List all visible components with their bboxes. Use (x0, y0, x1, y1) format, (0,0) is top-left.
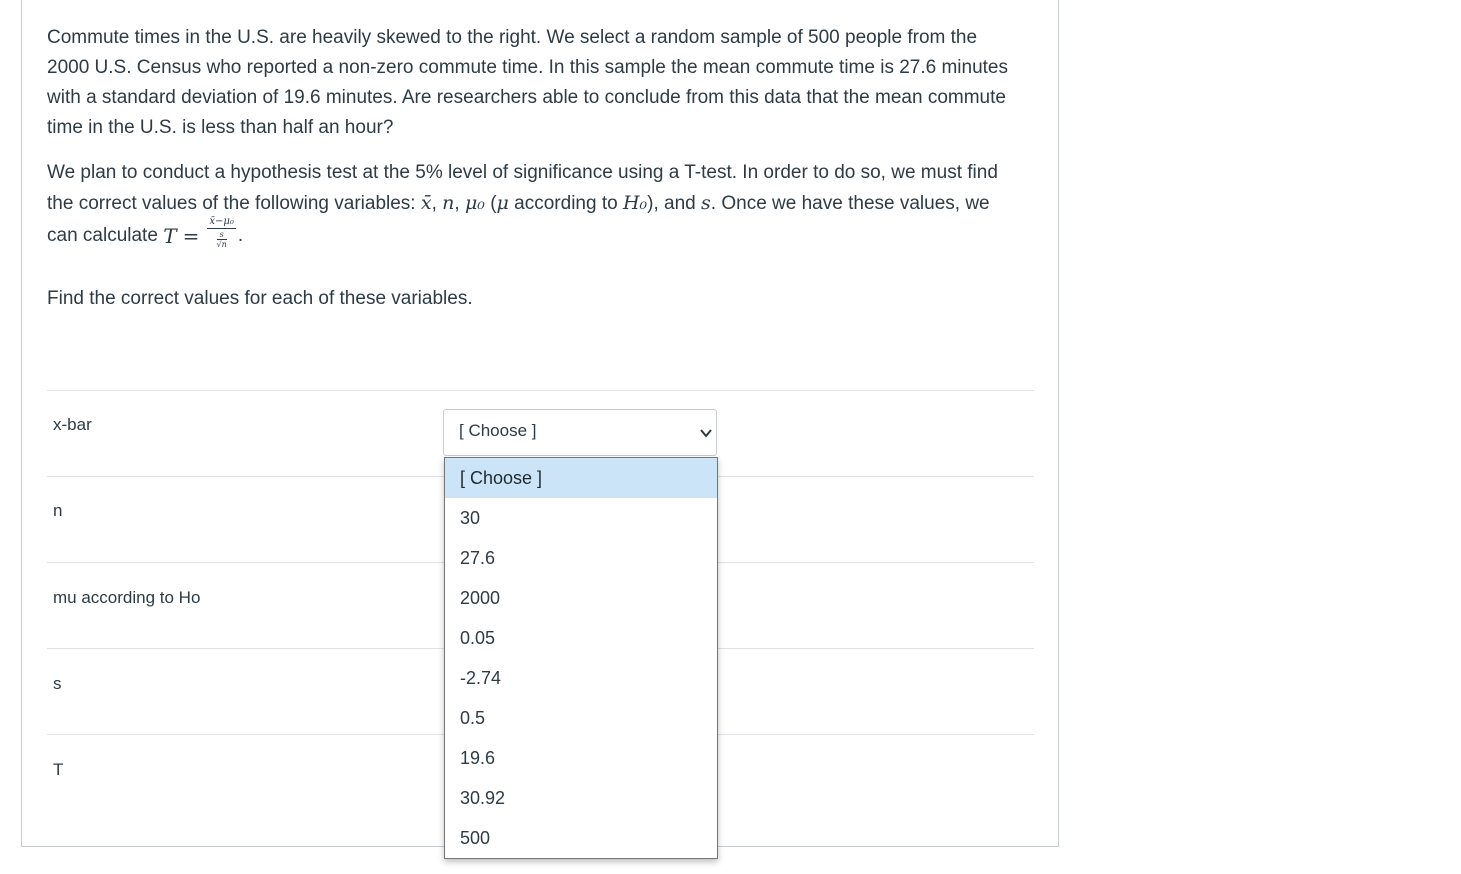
variable-mu0: μ₀ (464, 192, 485, 214)
dropdown-option[interactable]: 19.6 (445, 738, 717, 778)
xbar-answer-select[interactable]: [ Choose ] (443, 409, 717, 456)
answer-row-label-s: s (53, 674, 62, 693)
formula-denominator-s: s (216, 230, 227, 240)
select-current-value: [ Choose ] (459, 421, 537, 440)
answer-row-label-mu: mu according to Ho (53, 588, 201, 607)
dropdown-option[interactable]: -2.74 (445, 658, 717, 698)
variable-mu: μ (496, 192, 509, 214)
question-text-paragraph-3: Find the correct values for each of thes… (47, 288, 473, 309)
dropdown-option[interactable]: 30.92 (445, 778, 717, 818)
variable-xbar: x̄ (420, 192, 432, 214)
formula-t: T (163, 224, 177, 248)
variable-h0: H₀ (622, 192, 648, 214)
chevron-down-icon (700, 429, 712, 438)
formula-denominator: s √n (217, 229, 227, 250)
formula-equals: = (182, 224, 200, 248)
variable-n: n (442, 192, 455, 214)
question-card: Commute times in the U.S. are heavily sk… (21, 0, 1059, 859)
according-to-text: according to (508, 193, 623, 214)
dropdown-option-choose[interactable]: [ Choose ] (445, 458, 717, 498)
dropdown-option[interactable]: 2000 (445, 578, 717, 618)
answer-row-label-xbar: x-bar (53, 415, 92, 434)
dropdown-option[interactable]: 27.6 (445, 538, 717, 578)
formula-numerator: x̄−μ₀ (207, 216, 236, 229)
answer-row-label-t: T (53, 760, 64, 779)
question-text-paragraph-1: Commute times in the U.S. are heavily sk… (47, 27, 1009, 138)
dropdown-option[interactable]: 0.5 (445, 698, 717, 738)
dropdown-option[interactable]: 30 (445, 498, 717, 538)
select-options-dropdown: [ Choose ] 30 27.6 2000 0.05 -2.74 0.5 1… (444, 457, 718, 859)
dropdown-option[interactable]: 0.05 (445, 618, 717, 658)
dropdown-option[interactable]: 500 (445, 818, 717, 858)
and-text: ), and (647, 193, 702, 214)
variable-s: s (701, 192, 711, 214)
formula-fraction: x̄−μ₀ s √n (207, 216, 236, 250)
question-text-paragraph-2: We plan to conduct a hypothesis test at … (47, 158, 1022, 253)
t-statistic-formula: T = x̄−μ₀ s √n (163, 216, 238, 253)
formula-denominator-root-n: √n (216, 240, 227, 249)
answer-row-label-n: n (53, 501, 63, 520)
row-divider (47, 390, 1034, 391)
